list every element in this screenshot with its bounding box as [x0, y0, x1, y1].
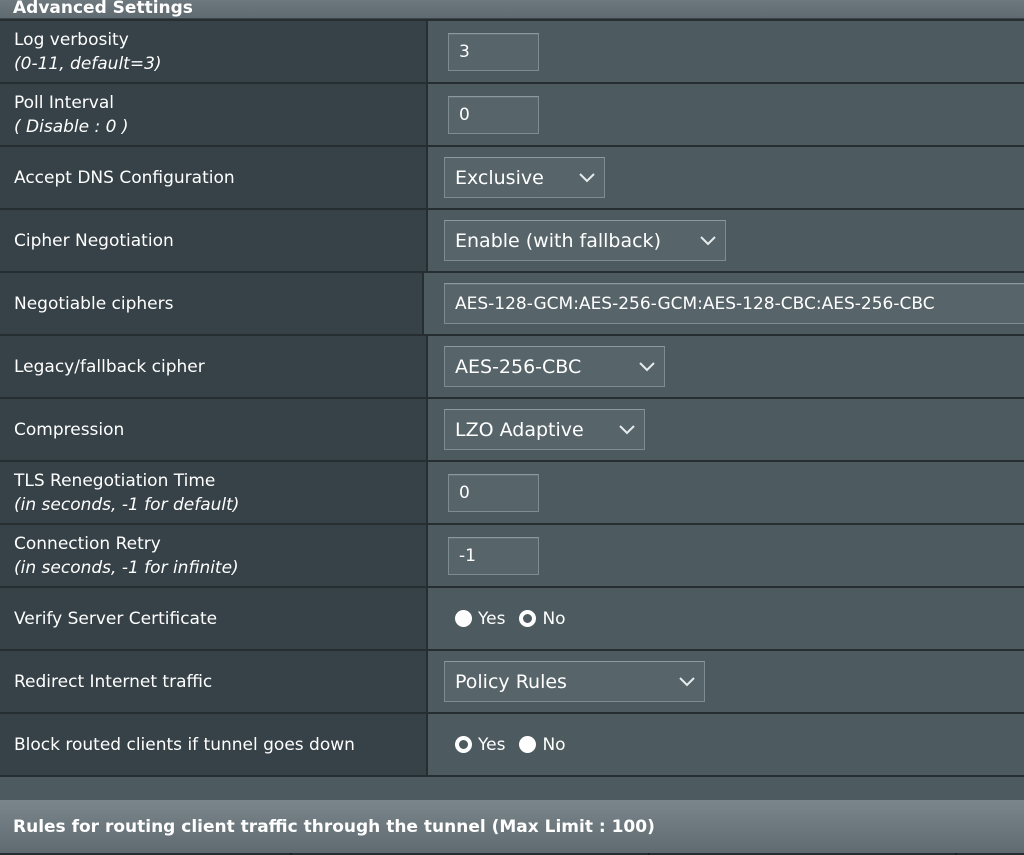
label-cell: Compression [0, 399, 428, 460]
row-label: Legacy/fallback cipher [14, 356, 205, 377]
label-cell: Redirect Internet traffic [0, 651, 428, 712]
value-cell: Enable (with fallback) [428, 210, 1024, 271]
select-value: Enable (with fallback) [455, 229, 661, 252]
row-label: Negotiable ciphers [14, 293, 174, 314]
row-cipher-negotiation: Cipher Negotiation Enable (with fallback… [0, 210, 1024, 273]
chevron-down-icon [638, 358, 656, 376]
compression-select[interactable]: LZO Adaptive [444, 409, 645, 450]
poll-interval-input[interactable]: 0 [448, 95, 539, 134]
advanced-settings-table: Log verbosity (0-11, default=3) 3 Poll I… [0, 19, 1024, 777]
tls-renegotiation-input[interactable]: 0 [448, 473, 539, 512]
label-cell: Block routed clients if tunnel goes down [0, 714, 428, 775]
label-cell: Accept DNS Configuration [0, 147, 428, 208]
radio-no[interactable]: No [519, 734, 566, 755]
radio-yes[interactable]: Yes [455, 609, 505, 629]
chevron-down-icon [678, 673, 696, 691]
select-value: AES-256-CBC [455, 355, 582, 378]
row-hint: (in seconds, -1 for infinite) [14, 557, 239, 578]
value-cell: Exclusive [428, 147, 1024, 208]
row-label: Compression [14, 419, 125, 440]
row-label: Poll Interval [14, 92, 114, 113]
radio-label: No [542, 734, 566, 755]
value-cell: LZO Adaptive [428, 399, 1024, 460]
radio-unselected-icon [519, 736, 537, 753]
radio-unselected-icon [455, 610, 472, 627]
value-cell: 0 [428, 84, 1024, 145]
row-connection-retry: Connection Retry (in seconds, -1 for inf… [0, 525, 1024, 588]
value-cell: AES-128-GCM:AES-256-GCM:AES-128-CBC:AES-… [424, 273, 1024, 334]
chevron-down-icon [578, 169, 596, 187]
row-label: Connection Retry [14, 533, 161, 554]
verify-server-certificate-radio-group: Yes No [455, 609, 580, 629]
select-value: Policy Rules [455, 670, 567, 693]
chevron-down-icon [618, 421, 636, 439]
select-value: LZO Adaptive [455, 418, 584, 441]
legacy-cipher-select[interactable]: AES-256-CBC [444, 346, 665, 387]
value-cell: 3 [428, 21, 1024, 82]
value-cell: Policy Rules [428, 651, 1024, 712]
radio-label: No [542, 608, 566, 629]
value-cell: Yes No [428, 588, 1024, 649]
value-cell: Yes No [428, 714, 1024, 775]
radio-selected-icon [519, 610, 537, 627]
section-title: Advanced Settings [13, 0, 193, 18]
row-hint: (in seconds, -1 for default) [14, 494, 240, 515]
radio-yes[interactable]: Yes [455, 735, 505, 755]
row-log-verbosity: Log verbosity (0-11, default=3) 3 [0, 19, 1024, 84]
label-cell: Connection Retry (in seconds, -1 for inf… [0, 525, 428, 586]
row-label: Redirect Internet traffic [14, 671, 213, 692]
log-verbosity-input[interactable]: 3 [448, 32, 539, 71]
radio-label: Yes [478, 608, 506, 629]
cipher-negotiation-select[interactable]: Enable (with fallback) [444, 220, 726, 261]
row-label: TLS Renegotiation Time [14, 470, 216, 491]
row-label: Log verbosity [14, 29, 129, 50]
row-legacy-cipher: Legacy/fallback cipher AES-256-CBC [0, 336, 1024, 399]
label-cell: Legacy/fallback cipher [0, 336, 428, 397]
label-cell: Negotiable ciphers [0, 273, 424, 334]
accept-dns-select[interactable]: Exclusive [444, 157, 605, 198]
connection-retry-input[interactable]: -1 [448, 536, 539, 575]
row-redirect-internet-traffic: Redirect Internet traffic Policy Rules [0, 651, 1024, 714]
label-cell: TLS Renegotiation Time (in seconds, -1 f… [0, 462, 428, 523]
section-header-advanced-settings: Advanced Settings [0, 0, 1024, 19]
row-label: Block routed clients if tunnel goes down [14, 734, 355, 755]
row-label: Cipher Negotiation [14, 230, 174, 251]
label-cell: Poll Interval ( Disable : 0 ) [0, 84, 428, 145]
row-label: Accept DNS Configuration [14, 167, 235, 188]
row-hint: (0-11, default=3) [14, 53, 162, 74]
value-cell: 0 [428, 462, 1024, 523]
row-compression: Compression LZO Adaptive [0, 399, 1024, 462]
section-header-routing-rules: Rules for routing client traffic through… [0, 800, 1024, 853]
block-routed-clients-radio-group: Yes No [455, 735, 580, 755]
row-tls-renegotiation: TLS Renegotiation Time (in seconds, -1 f… [0, 462, 1024, 525]
row-negotiable-ciphers: Negotiable ciphers AES-128-GCM:AES-256-G… [0, 273, 1024, 336]
row-block-routed-clients: Block routed clients if tunnel goes down… [0, 714, 1024, 777]
value-cell: -1 [428, 525, 1024, 586]
radio-no[interactable]: No [519, 608, 566, 629]
row-hint: ( Disable : 0 ) [14, 116, 129, 137]
row-poll-interval: Poll Interval ( Disable : 0 ) 0 [0, 84, 1024, 147]
row-verify-server-certificate: Verify Server Certificate Yes No [0, 588, 1024, 651]
label-cell: Verify Server Certificate [0, 588, 428, 649]
value-cell: AES-256-CBC [428, 336, 1024, 397]
row-label: Verify Server Certificate [14, 608, 218, 629]
label-cell: Log verbosity (0-11, default=3) [0, 21, 428, 82]
redirect-internet-select[interactable]: Policy Rules [444, 661, 705, 702]
label-cell: Cipher Negotiation [0, 210, 428, 271]
radio-label: Yes [478, 734, 506, 755]
radio-selected-icon [455, 736, 472, 753]
section-title: Rules for routing client traffic through… [13, 816, 655, 837]
row-accept-dns: Accept DNS Configuration Exclusive [0, 147, 1024, 210]
negotiable-ciphers-input[interactable]: AES-128-GCM:AES-256-GCM:AES-128-CBC:AES-… [444, 283, 1024, 324]
chevron-down-icon [699, 232, 717, 250]
select-value: Exclusive [455, 166, 544, 189]
